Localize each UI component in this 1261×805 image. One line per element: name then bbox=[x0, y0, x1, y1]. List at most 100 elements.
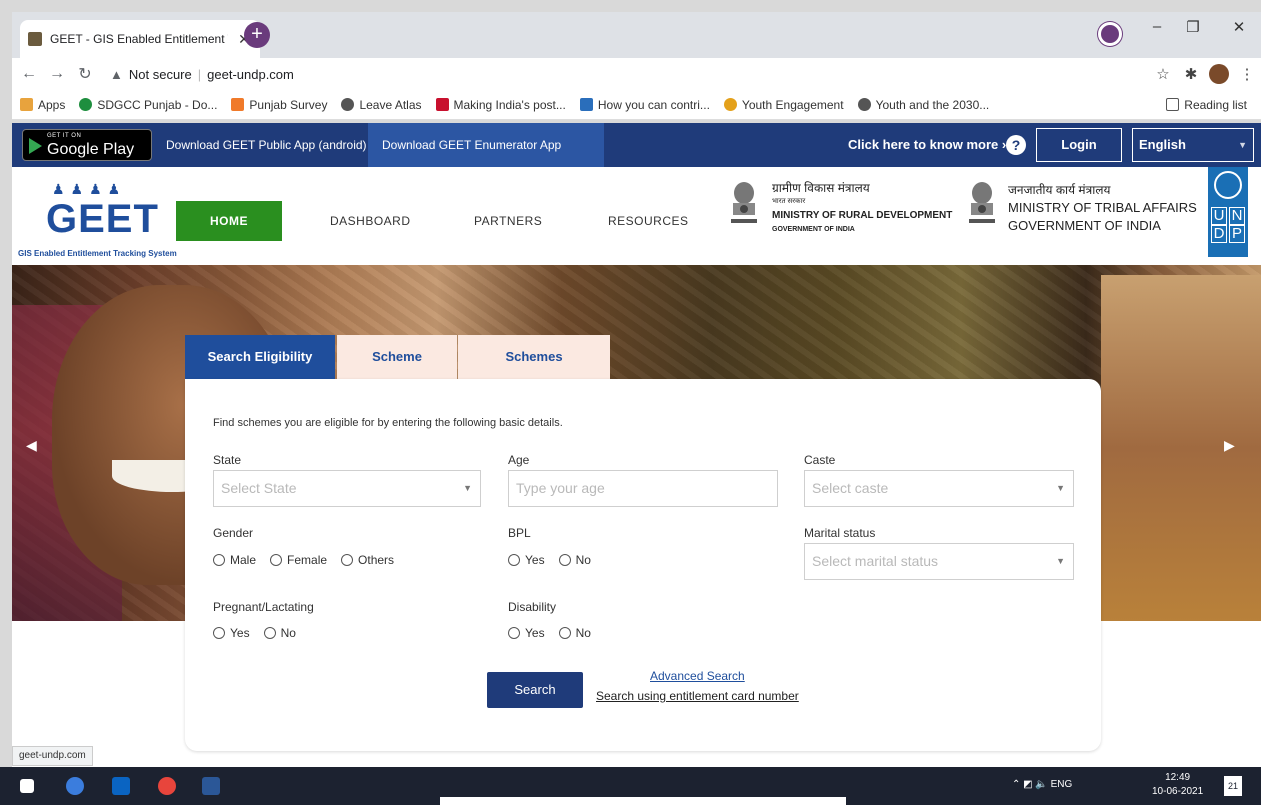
volume-icon[interactable]: 🔈 bbox=[1035, 779, 1047, 790]
bookmarks-bar: Apps SDGCC Punjab - Do... Punjab Survey … bbox=[12, 90, 1261, 120]
gender-male-radio[interactable]: Male bbox=[213, 553, 256, 567]
pregnant-yes-radio[interactable]: Yes bbox=[213, 626, 250, 640]
national-emblem-icon bbox=[969, 182, 995, 223]
reload-icon[interactable]: ↻ bbox=[74, 64, 96, 84]
nav-partners[interactable]: PARTNERS bbox=[474, 201, 542, 241]
play-icon bbox=[29, 138, 42, 154]
word-icon[interactable] bbox=[202, 777, 220, 795]
disability-yes-radio[interactable]: Yes bbox=[508, 626, 545, 640]
star-icon[interactable]: ☆ bbox=[1149, 65, 1177, 83]
favicon-icon bbox=[28, 32, 42, 46]
extensions-icon[interactable]: ✱ bbox=[1177, 65, 1205, 83]
bookmark-how-contribute[interactable]: How you can contri... bbox=[579, 98, 710, 112]
notification-icon[interactable]: 21 bbox=[1224, 776, 1242, 796]
clock[interactable]: 12:49 10-06-2021 bbox=[1152, 771, 1203, 799]
download-enumerator-app-link[interactable]: Download GEET Enumerator App (android) bbox=[368, 123, 604, 196]
url-field[interactable]: ▲ Not secure | geet-undp.com bbox=[104, 61, 1149, 87]
marital-status-select[interactable]: Select marital status ▼ bbox=[804, 543, 1074, 580]
nav-dashboard[interactable]: DASHBOARD bbox=[330, 201, 411, 241]
reading-list[interactable]: Reading list bbox=[1166, 98, 1247, 112]
marital-status-label: Marital status bbox=[804, 526, 876, 540]
address-bar: ← → ↻ ▲ Not secure | geet-undp.com ☆ ✱ ⋮ bbox=[12, 58, 1261, 90]
bpl-yes-radio[interactable]: Yes bbox=[508, 553, 545, 567]
nav-resources[interactable]: RESOURCES bbox=[608, 201, 689, 241]
geet-logo[interactable]: ♟♟♟♟ GEET bbox=[42, 177, 158, 243]
sdgcc-icon bbox=[79, 98, 93, 111]
people-icon: ♟♟♟♟ bbox=[52, 181, 127, 197]
bpl-radio-group: Yes No bbox=[508, 553, 591, 567]
security-label: Not secure bbox=[128, 66, 192, 82]
bookmark-youth-2030[interactable]: Youth and the 2030... bbox=[857, 98, 989, 112]
bookmark-making-india[interactable]: Making India's post... bbox=[435, 98, 566, 112]
tab-search-eligibility[interactable]: Search Eligibility bbox=[185, 335, 335, 379]
entitlement-card-search-link[interactable]: Search using entitlement card number bbox=[596, 689, 799, 703]
outlook-icon[interactable] bbox=[112, 777, 130, 795]
caste-select[interactable]: Select caste ▼ bbox=[804, 470, 1074, 507]
minimize-icon[interactable]: – bbox=[1142, 18, 1172, 35]
google-play-badge[interactable]: GET IT ON Google Play bbox=[22, 129, 152, 161]
warning-icon: ▲ bbox=[110, 66, 123, 82]
pregnant-label: Pregnant/Lactating bbox=[213, 600, 314, 614]
network-icon[interactable]: ◩ bbox=[1023, 779, 1032, 790]
screen: { "browser": { "tab_title": "GEET - GIS … bbox=[0, 0, 1261, 805]
back-icon[interactable]: ← bbox=[18, 65, 40, 83]
tab-schemes-information[interactable]: Schemes Information bbox=[458, 335, 610, 408]
chrome-icon[interactable] bbox=[158, 777, 176, 795]
un-icon bbox=[579, 98, 593, 111]
window-close-icon[interactable]: ✕ bbox=[1224, 18, 1254, 36]
bookmark-youth-engagement[interactable]: Youth Engagement bbox=[723, 98, 844, 112]
windows-start-icon[interactable] bbox=[20, 779, 34, 793]
help-icon[interactable]: ? bbox=[1006, 135, 1026, 155]
bpl-no-radio[interactable]: No bbox=[558, 553, 591, 567]
bookmark-leave-atlas[interactable]: Leave Atlas bbox=[341, 98, 422, 112]
logo-subtitle: GIS Enabled Entitlement Tracking System bbox=[18, 249, 177, 258]
disability-radio-group: Yes No bbox=[508, 626, 591, 640]
download-public-app-link[interactable]: Download GEET Public App (android) bbox=[152, 123, 381, 167]
globe-icon bbox=[857, 98, 871, 111]
language-indicator[interactable]: ENG bbox=[1051, 779, 1073, 790]
chevron-down-icon: ▼ bbox=[1056, 556, 1065, 566]
menu-icon[interactable]: ⋮ bbox=[1233, 65, 1261, 83]
globe-icon bbox=[341, 98, 355, 111]
disability-no-radio[interactable]: No bbox=[558, 626, 591, 640]
forward-icon[interactable]: → bbox=[46, 65, 68, 83]
advanced-search-link[interactable]: Advanced Search bbox=[650, 669, 745, 683]
search-button[interactable]: Search bbox=[487, 672, 583, 708]
login-button[interactable]: Login bbox=[1036, 128, 1122, 162]
tab-scheme-search[interactable]: Scheme Search bbox=[337, 335, 457, 408]
un-globe-icon bbox=[1214, 171, 1242, 199]
toi-icon bbox=[435, 98, 449, 111]
disability-label: Disability bbox=[508, 600, 557, 614]
apps-icon bbox=[20, 98, 33, 111]
carousel-next-icon[interactable]: ▶ bbox=[1224, 437, 1235, 454]
gender-female-radio[interactable]: Female bbox=[270, 553, 327, 567]
task-view-icon[interactable] bbox=[66, 777, 84, 795]
avatar[interactable] bbox=[1209, 64, 1229, 84]
profile-icon[interactable] bbox=[1098, 22, 1122, 46]
state-label: State bbox=[213, 453, 242, 467]
pregnant-no-radio[interactable]: No bbox=[263, 626, 296, 640]
url-text: geet-undp.com bbox=[207, 66, 294, 82]
ministry-rural-development: ग्रामीण विकास मंत्रालय भारत सरकार MINIST… bbox=[772, 181, 953, 233]
bookmark-punjab-survey[interactable]: Punjab Survey bbox=[231, 98, 327, 112]
know-more-link[interactable]: Click here to know more › bbox=[848, 123, 1006, 167]
language-select[interactable]: English ▼ bbox=[1132, 128, 1254, 162]
age-input[interactable]: Type your age bbox=[508, 470, 778, 507]
nav-home[interactable]: HOME bbox=[176, 201, 282, 241]
browser-tab[interactable]: GEET - GIS Enabled Entitlement T ✕ bbox=[20, 20, 260, 58]
chevron-up-icon[interactable]: ⌃ bbox=[1012, 779, 1020, 790]
caste-label: Caste bbox=[804, 453, 836, 467]
restore-icon[interactable]: ❐ bbox=[1178, 18, 1208, 36]
state-select[interactable]: Select State ▼ bbox=[213, 470, 481, 507]
ministry-tribal-affairs: जनजातीय कार्य मंत्रालय MINISTRY OF TRIBA… bbox=[1008, 183, 1197, 233]
tab-title: GEET - GIS Enabled Entitlement T bbox=[50, 32, 228, 46]
chevron-down-icon: ▼ bbox=[463, 483, 472, 493]
bookmark-apps[interactable]: Apps bbox=[20, 98, 65, 112]
site-top-bar: GET IT ON Google Play Download GEET Publ… bbox=[12, 123, 1261, 196]
carousel-prev-icon[interactable]: ◀ bbox=[26, 437, 37, 454]
gender-others-radio[interactable]: Others bbox=[341, 553, 394, 567]
bpl-label: BPL bbox=[508, 526, 531, 540]
bookmark-sdgcc[interactable]: SDGCC Punjab - Do... bbox=[79, 98, 217, 112]
new-tab-button[interactable]: + bbox=[244, 22, 270, 48]
national-emblem-icon bbox=[731, 182, 757, 223]
